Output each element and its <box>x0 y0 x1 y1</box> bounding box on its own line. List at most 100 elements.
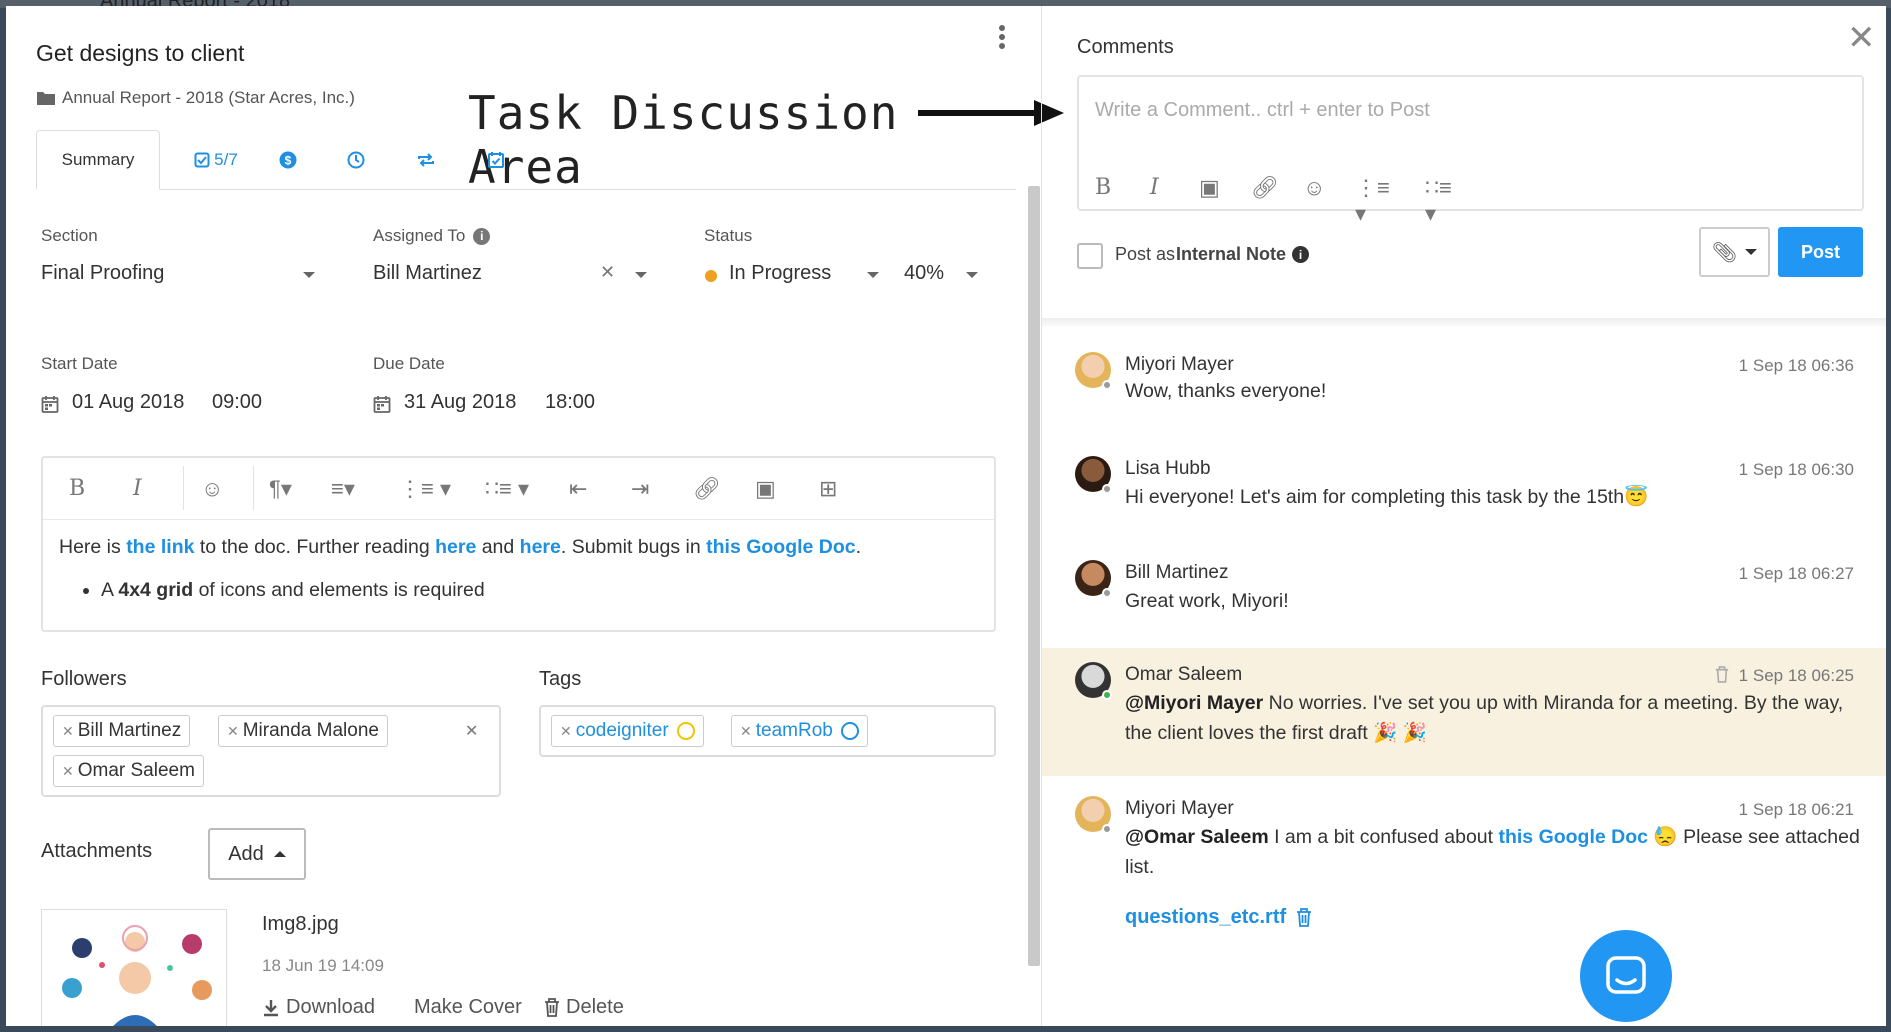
comment-item: Lisa Hubb 1 Sep 18 06:30 Hi everyone! Le… <box>1042 440 1886 540</box>
ordered-list-icon[interactable]: ⋮≡ ▾ <box>1355 175 1390 227</box>
bold-icon[interactable]: B <box>69 476 85 501</box>
presence-dot <box>1102 824 1112 834</box>
tab-recurring[interactable] <box>406 130 446 190</box>
tags-input[interactable]: ✕ codeigniter ✕ teamRob <box>539 705 996 757</box>
party-emoji-icon: 🎉 🎉 <box>1373 722 1428 744</box>
info-icon[interactable]: i <box>473 227 491 245</box>
status-chevron-down-icon[interactable] <box>867 272 879 278</box>
comments-panel: Comments ✕ Write a Comment.. ctrl + ente… <box>1041 6 1886 1026</box>
tag-chip[interactable]: ✕ teamRob <box>731 715 868 747</box>
chat-launcher-button[interactable] <box>1580 930 1672 1022</box>
trash-icon[interactable] <box>1715 666 1729 683</box>
description-editor[interactable]: B I ☺ ¶▾ ≡▾ ⋮≡ ▾ ∷≡ ▾ ⇤ ⇥ 🔗︎ ▣ ⊞ Here is… <box>41 456 996 632</box>
description-link[interactable]: here <box>435 536 476 558</box>
progress-select[interactable]: 40% <box>904 262 944 285</box>
paragraph-icon[interactable]: ¶▾ <box>269 476 292 502</box>
internal-note-checkbox[interactable] <box>1077 243 1103 269</box>
comment-input[interactable]: Write a Comment.. ctrl + enter to Post B… <box>1077 75 1864 226</box>
close-icon[interactable]: ✕ <box>1847 21 1876 55</box>
due-time-value[interactable]: 18:00 <box>545 391 595 414</box>
comment-author[interactable]: Omar Saleem <box>1125 664 1242 686</box>
comments-title: Comments <box>1077 36 1174 58</box>
remove-chip-icon[interactable]: ✕ <box>62 763 74 780</box>
attachment-date: 18 Jun 19 14:09 <box>262 956 384 975</box>
tab-summary[interactable]: Summary <box>36 130 160 190</box>
tab-schedule[interactable] <box>476 130 516 190</box>
status-select[interactable]: In Progress <box>729 262 831 285</box>
comment-link[interactable]: this Google Doc <box>1498 826 1648 848</box>
add-attachment-button[interactable]: Add <box>208 828 306 880</box>
due-date-value[interactable]: 31 Aug 2018 <box>404 391 516 414</box>
progress-chevron-down-icon[interactable] <box>966 272 978 278</box>
task-modal: Get designs to client Annual Report - 20… <box>6 6 1886 1026</box>
align-icon[interactable]: ≡▾ <box>331 476 355 502</box>
internal-note-label: Post as Internal Note i <box>1115 244 1310 265</box>
indent-icon[interactable]: ⇥ <box>631 476 649 502</box>
followers-input[interactable]: ✕ Bill Martinez ✕ Miranda Malone ✕ Omar Sal… <box>41 705 501 797</box>
comment-author[interactable]: Miyori Mayer <box>1125 798 1234 820</box>
comment-text: @Miyori Mayer No worries. I've set you u… <box>1125 692 1844 744</box>
italic-icon[interactable]: I <box>133 476 142 501</box>
mention[interactable]: @Omar Saleem <box>1125 826 1269 848</box>
clear-followers-icon[interactable]: ✕ <box>465 721 478 741</box>
project-breadcrumb[interactable]: Annual Report - 2018 (Star Acres, Inc.) <box>36 88 355 108</box>
image-icon[interactable]: ▣ <box>755 476 776 502</box>
clear-assignee-icon[interactable]: ✕ <box>600 262 615 283</box>
description-link[interactable]: this Google Doc <box>706 536 856 558</box>
bullet-list-icon[interactable]: ∷≡ ▾ <box>485 476 529 502</box>
task-title[interactable]: Get designs to client <box>36 40 244 67</box>
presence-dot <box>1102 690 1112 700</box>
table-icon[interactable]: ⊞ <box>819 476 837 502</box>
more-options-icon[interactable] <box>996 22 1008 56</box>
italic-icon[interactable]: I <box>1150 175 1159 200</box>
tab-checklist[interactable]: 5/7 <box>184 130 248 190</box>
link-icon[interactable]: 🔗︎ <box>1251 175 1279 201</box>
section-select[interactable]: Final Proofing <box>41 262 164 285</box>
outdent-icon[interactable]: ⇤ <box>569 476 587 502</box>
image-icon[interactable]: ▣ <box>1199 175 1220 201</box>
start-time-value[interactable]: 09:00 <box>212 391 262 414</box>
tab-time[interactable] <box>336 130 376 190</box>
description-link[interactable]: the link <box>126 536 194 558</box>
section-chevron-down-icon[interactable] <box>303 272 315 278</box>
comment-author[interactable]: Bill Martinez <box>1125 562 1228 584</box>
post-button[interactable]: Post <box>1778 227 1863 277</box>
start-date-value[interactable]: 01 Aug 2018 <box>72 391 184 414</box>
make-cover-button[interactable]: Make Cover <box>414 996 522 1019</box>
mention[interactable]: @Miyori Mayer <box>1125 692 1263 714</box>
bold-icon[interactable]: B <box>1095 175 1111 200</box>
follower-chip[interactable]: ✕ Miranda Malone <box>218 715 388 747</box>
ordered-list-icon[interactable]: ⋮≡ ▾ <box>399 476 451 502</box>
remove-chip-icon[interactable]: ✕ <box>227 723 239 740</box>
details-scrollbar[interactable] <box>1028 186 1040 966</box>
tag-color-ring-icon <box>840 722 859 740</box>
assignee-select[interactable]: Bill Martinez <box>373 262 482 285</box>
remove-chip-icon[interactable]: ✕ <box>560 723 572 740</box>
comment-attachment-link[interactable]: questions_etc.rtf <box>1125 906 1312 929</box>
download-button[interactable]: Download <box>262 996 375 1019</box>
attach-file-button[interactable]: 📎︎ <box>1699 227 1770 277</box>
remove-chip-icon[interactable]: ✕ <box>740 723 752 740</box>
assignee-chevron-down-icon[interactable] <box>635 272 647 278</box>
follower-chip[interactable]: ✕ Bill Martinez <box>53 715 191 747</box>
link-icon[interactable]: 🔗︎ <box>693 476 721 502</box>
description-link[interactable]: here <box>520 536 561 558</box>
comment-author[interactable]: Lisa Hubb <box>1125 458 1211 480</box>
tag-chip[interactable]: ✕ codeigniter <box>551 715 704 747</box>
svg-text:$: $ <box>285 154 292 168</box>
bullet-list-icon[interactable]: ∷≡ ▾ <box>1425 175 1452 227</box>
trash-icon[interactable] <box>1296 908 1312 927</box>
comment-item: Miyori Mayer 1 Sep 18 06:36 Wow, thanks … <box>1042 336 1886 436</box>
project-name: Annual Report - 2018 (Star Acres, Inc.) <box>62 88 355 107</box>
comment-author[interactable]: Miyori Mayer <box>1125 354 1234 376</box>
emoji-icon[interactable]: ☺ <box>1303 175 1325 201</box>
calendar-check-icon <box>488 152 504 168</box>
delete-attachment-button[interactable]: Delete <box>544 996 624 1019</box>
info-icon[interactable]: i <box>1292 246 1310 263</box>
attachment-name[interactable]: Img8.jpg <box>262 913 339 936</box>
emoji-icon[interactable]: ☺ <box>201 476 223 502</box>
attachment-thumbnail[interactable] <box>41 909 227 1026</box>
follower-chip[interactable]: ✕ Omar Saleem <box>53 755 204 787</box>
tab-billing[interactable]: $ <box>268 130 308 190</box>
remove-chip-icon[interactable]: ✕ <box>62 723 74 740</box>
